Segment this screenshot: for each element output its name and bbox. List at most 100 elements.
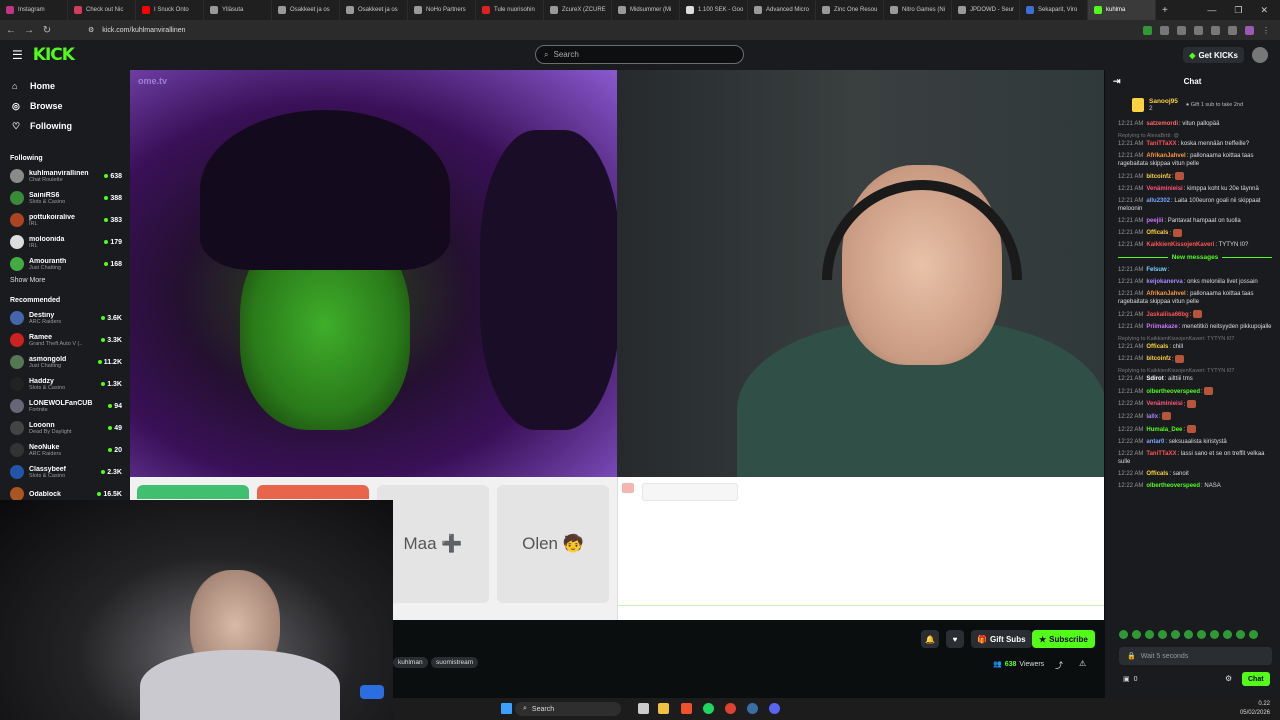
- message-username[interactable]: AfrikanJahvel: [1146, 153, 1185, 159]
- task-view-icon[interactable]: [638, 703, 649, 714]
- browser-tab[interactable]: Instagram: [0, 0, 68, 20]
- country-card[interactable]: Maa ➕: [377, 485, 489, 603]
- emote-shortcut-icon[interactable]: [1249, 630, 1258, 639]
- channel-item[interactable]: Haddzy Slots & Casino 1.3K: [0, 373, 130, 395]
- tag-chip[interactable]: kuhlman: [393, 657, 428, 668]
- nav-item-browse[interactable]: ◎ Browse: [0, 96, 130, 116]
- emote-shortcut-icon[interactable]: [1158, 630, 1167, 639]
- browser-tab[interactable]: Zinc One Resou: [816, 0, 884, 20]
- message-username[interactable]: Priimakaze: [1146, 324, 1177, 330]
- message-username[interactable]: keijokanerva: [1146, 279, 1182, 285]
- notification-bell-icon[interactable]: 🔔: [921, 630, 939, 648]
- emote-shortcut-icon[interactable]: [1171, 630, 1180, 639]
- search-input[interactable]: ⌕ Search: [535, 45, 744, 64]
- browser-tab[interactable]: Ylläsuta: [204, 0, 272, 20]
- subscribe-button[interactable]: ★ Subscribe: [1032, 630, 1095, 648]
- browser-tab[interactable]: Nitro Games (Ni: [884, 0, 952, 20]
- channel-item[interactable]: Looonn Dead By Daylight 49: [0, 417, 130, 439]
- chat-send-button[interactable]: Chat: [1242, 672, 1270, 686]
- browser-tab[interactable]: Check out Nic: [68, 0, 136, 20]
- extension-icon[interactable]: [1245, 25, 1254, 35]
- message-username[interactable]: Felsuw: [1146, 267, 1166, 273]
- message-username[interactable]: AfrikanJahvel: [1146, 291, 1185, 297]
- chrome-icon[interactable]: [725, 703, 736, 714]
- channel-item[interactable]: pottukoiralive IRL 383: [0, 209, 130, 231]
- new-tab-button[interactable]: +: [1162, 5, 1168, 16]
- emote-shortcut-icon[interactable]: [1210, 630, 1219, 639]
- channel-item[interactable]: Classybeef Slots & Casino 2.3K: [0, 461, 130, 483]
- back-icon[interactable]: ←: [4, 23, 18, 37]
- channel-item[interactable]: Amouranth Just Chatting 168: [0, 253, 130, 275]
- tag-chip[interactable]: suomistream: [431, 657, 479, 668]
- start-icon[interactable]: [501, 703, 512, 714]
- extension-icon[interactable]: [1143, 25, 1152, 35]
- extension-icon[interactable]: [1228, 25, 1237, 35]
- message-username[interactable]: olbertheoverspeed: [1146, 483, 1200, 489]
- message-username[interactable]: Jaskaliisa66bg: [1146, 312, 1188, 318]
- browser-tab[interactable]: I Snuck Onto: [136, 0, 204, 20]
- browser-tab[interactable]: JPDOWD - Seur: [952, 0, 1020, 20]
- browser-tab[interactable]: Advanced Micro: [748, 0, 816, 20]
- emote-shortcut-icon[interactable]: [1223, 630, 1232, 639]
- extension-icon[interactable]: [1177, 25, 1186, 35]
- channel-item[interactable]: SainiRS6 Slots & Casino 388: [0, 187, 130, 209]
- site-info-icon[interactable]: ⚙: [88, 26, 94, 34]
- message-username[interactable]: Venäminieisi: [1146, 401, 1182, 407]
- browser-tab[interactable]: NoHo Partners: [408, 0, 476, 20]
- follow-heart-icon[interactable]: ♥: [946, 630, 964, 648]
- channel-item[interactable]: kuhlmanvirallinen Chat Roulette 638: [0, 165, 130, 187]
- extension-icon[interactable]: [1211, 25, 1220, 35]
- channel-item[interactable]: asmongold Just Chatting 11.2K: [0, 351, 130, 373]
- nav-item-following[interactable]: ♡ Following: [0, 116, 130, 136]
- message-username[interactable]: peejiii: [1146, 218, 1163, 224]
- browser-tab[interactable]: Tule nuorisohin: [476, 0, 544, 20]
- message-username[interactable]: satzemordi: [1146, 121, 1178, 127]
- browser-tab[interactable]: Midsummer (Mi: [612, 0, 680, 20]
- channel-item[interactable]: moloonida IRL 179: [0, 231, 130, 253]
- message-username[interactable]: allu2302: [1146, 198, 1170, 204]
- chat-input[interactable]: 🔒 Wait 5 seconds: [1119, 647, 1272, 665]
- message-username[interactable]: lallx: [1146, 414, 1158, 420]
- maximize-icon[interactable]: ❐: [1234, 5, 1242, 16]
- share-icon[interactable]: ⤴: [1055, 660, 1063, 671]
- report-icon[interactable]: ⚠: [1079, 659, 1086, 668]
- message-username[interactable]: Humala_Dee: [1146, 427, 1182, 433]
- browser-tab[interactable]: ZcureX (ZCURE: [544, 0, 612, 20]
- brave-browser-icon[interactable]: [681, 703, 692, 714]
- pinned-user[interactable]: Sanooj95: [1149, 98, 1178, 105]
- browser-tab[interactable]: Osakkeet ja os: [340, 0, 408, 20]
- message-username[interactable]: Venäminieisi: [1146, 186, 1182, 192]
- message-username[interactable]: bitcoinfz: [1146, 356, 1171, 362]
- message-username[interactable]: Sdirot: [1146, 376, 1163, 382]
- browser-tab[interactable]: Sekaparit, Viro: [1020, 0, 1088, 20]
- channel-item[interactable]: Ramee Grand Theft Auto V (.. 3.3K: [0, 329, 130, 351]
- browser-tab[interactable]: kuhlma: [1088, 0, 1156, 20]
- message-username[interactable]: TaniTTaXX: [1146, 451, 1176, 457]
- reload-icon[interactable]: ↻: [40, 23, 54, 37]
- message-username[interactable]: KaikkienKissojenKaveri: [1146, 242, 1214, 248]
- gender-card[interactable]: Olen 🧒: [497, 485, 609, 603]
- show-more-link[interactable]: Show More: [0, 275, 130, 290]
- kick-logo[interactable]: KICK: [33, 45, 75, 65]
- emote-shortcut-icon[interactable]: [1132, 630, 1141, 639]
- browser-tab[interactable]: 1.100 SEK - Goo: [680, 0, 748, 20]
- channel-item[interactable]: Odablock 16.5K: [0, 483, 130, 500]
- message-username[interactable]: antar0: [1146, 439, 1164, 445]
- user-avatar[interactable]: [1252, 47, 1268, 63]
- forward-icon[interactable]: →: [22, 23, 36, 37]
- menu-icon[interactable]: ⋮: [1262, 26, 1270, 35]
- channel-item[interactable]: NeoNuke ARC Raiders 20: [0, 439, 130, 461]
- collapse-chat-icon[interactable]: ⇥: [1113, 76, 1121, 87]
- emote-shortcut-icon[interactable]: [1197, 630, 1206, 639]
- channel-item[interactable]: LONEWOLFanCUB Fortnite 94: [0, 395, 130, 417]
- emote-shortcut-icon[interactable]: [1119, 630, 1128, 639]
- minimize-icon[interactable]: —: [1207, 5, 1216, 15]
- emote-shortcut-icon[interactable]: [1236, 630, 1245, 639]
- message-username[interactable]: Officals: [1146, 471, 1168, 477]
- steam-icon[interactable]: [747, 703, 758, 714]
- kicks-balance[interactable]: ▣ 0: [1123, 675, 1138, 684]
- extension-icon[interactable]: [1194, 25, 1203, 35]
- get-kicks-button[interactable]: ◆ Get KICKs: [1183, 47, 1244, 63]
- gift-subs-button[interactable]: 🎁 Gift Subs: [971, 630, 1032, 648]
- spotify-icon[interactable]: [703, 703, 714, 714]
